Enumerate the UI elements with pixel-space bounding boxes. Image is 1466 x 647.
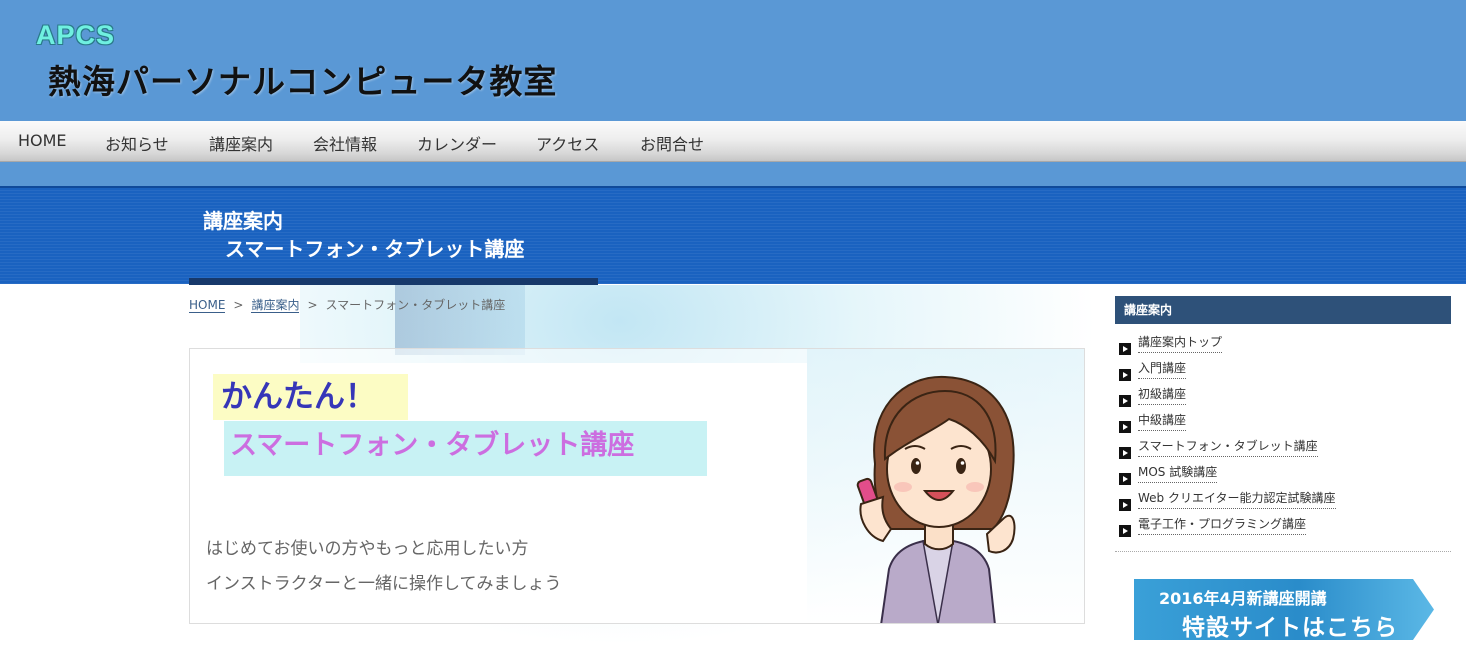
promo-banner-special-site[interactable]: 2016年4月新講座開講 特設サイトはこちら [1134,579,1434,640]
nav-item-calendar[interactable]: カレンダー [417,131,497,155]
breadcrumb-category[interactable]: 講座案内 [251,298,300,313]
nav-item-news[interactable]: お知らせ [105,131,169,155]
course-description-line2: インストラクターと一緒に操作してみましょう [206,574,562,594]
catch-phrase: かんたん！ [213,374,408,420]
global-nav: HOME お知らせ 講座案内 会社情報 カレンダー アクセス お問合せ [0,121,1466,162]
site-title[interactable]: 熱海パーソナルコンピュータ教室 [48,55,557,103]
play-arrow-icon [1119,343,1131,355]
sidebar-heading: 講座案内 [1115,296,1451,324]
sidebar-divider [1115,551,1451,552]
sidebar-item-label: 入門講座 [1138,359,1187,379]
breadcrumb-home[interactable]: HOME [189,298,226,313]
page-title: スマートフォン・タブレット講座 [225,237,525,261]
sidebar-item-label: 電子工作・プログラミング講座 [1138,515,1307,535]
sidebar-item-label: MOS 試験講座 [1138,463,1218,483]
sidebar-item-label: 初級講座 [1138,385,1187,405]
breadcrumb-separator: > [233,298,244,312]
sidebar-item-label: 中級講座 [1138,411,1187,431]
nav-spacer [0,162,1466,186]
promo-headline: 2016年4月新講座開講 [1159,589,1327,608]
course-description-line1: はじめてお使いの方やもっと応用したい方 [206,539,529,559]
sidebar-item-label: スマートフォン・タブレット講座 [1138,437,1318,457]
site-logo[interactable]: APCS [36,20,115,51]
nav-item-company[interactable]: 会社情報 [313,131,377,155]
page-title-category: 講座案内 [203,209,283,233]
breadcrumb-current: スマートフォン・タブレット講座 [325,298,506,312]
play-arrow-icon [1119,421,1131,433]
course-title: スマートフォン・タブレット講座 [224,421,707,476]
sidebar-item-label: Web クリエイター能力認定試験講座 [1138,489,1336,509]
play-arrow-icon [1119,369,1131,381]
banner-underline [189,278,598,285]
woman-on-phone-illustration [856,375,1016,623]
breadcrumb-separator: > [307,298,318,312]
play-arrow-icon [1119,473,1131,485]
nav-item-contact[interactable]: お問合せ [640,131,704,155]
nav-item-courses[interactable]: 講座案内 [209,131,273,155]
play-arrow-icon [1119,395,1131,407]
page-title-banner: 講座案内 スマートフォン・タブレット講座 [0,186,1466,284]
play-arrow-icon [1119,499,1131,511]
nav-item-home[interactable]: HOME [18,131,67,150]
sidebar-item-label: 講座案内トップ [1138,333,1223,353]
breadcrumb: HOME > 講座案内 > スマートフォン・タブレット講座 [189,296,505,313]
promo-cta: 特設サイトはこちら [1182,615,1398,641]
play-arrow-icon [1119,447,1131,459]
site-header: APCS 熱海パーソナルコンピュータ教室 [0,0,1466,121]
course-hero: かんたん！ スマートフォン・タブレット講座 はじめてお使いの方やもっと応用したい… [189,348,1085,624]
play-arrow-icon [1119,525,1131,537]
nav-item-access[interactable]: アクセス [536,131,599,155]
